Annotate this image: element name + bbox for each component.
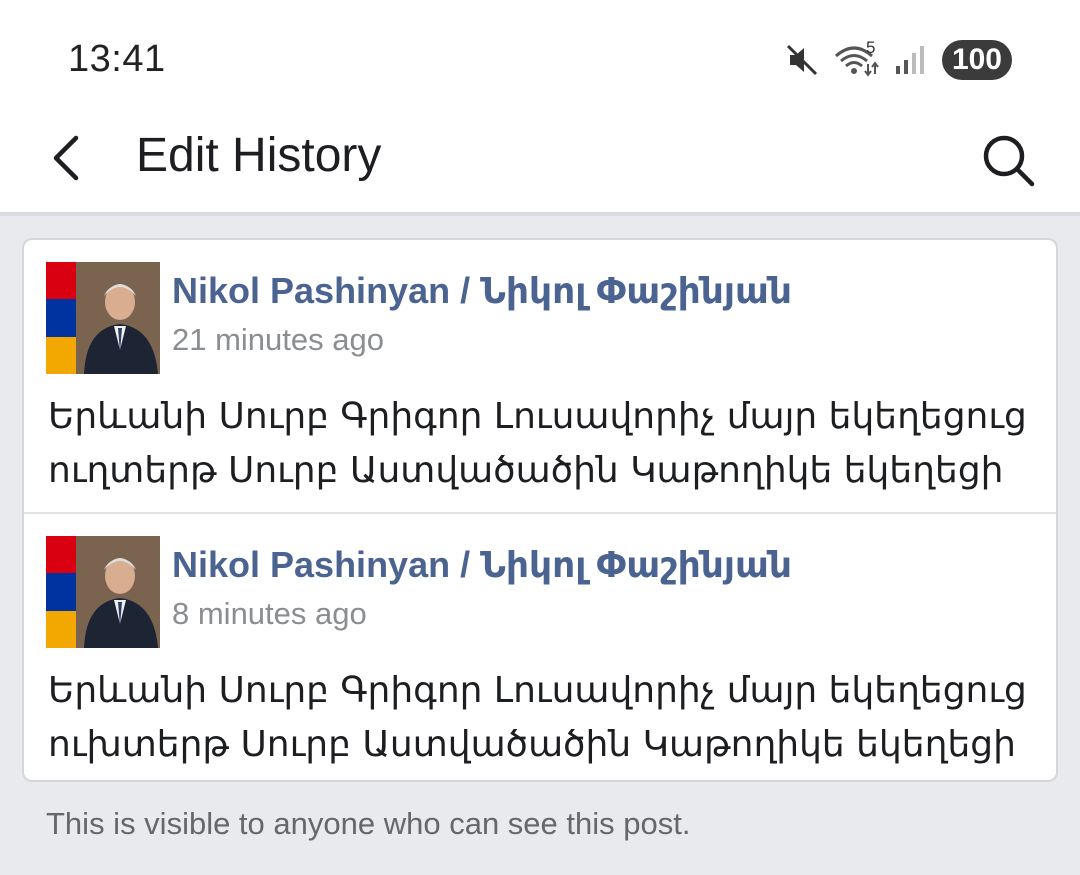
timestamp: 21 minutes ago bbox=[172, 322, 384, 357]
history-entry[interactable]: Nikol Pashinyan / Նիկոլ Փաշինյան 8 minut… bbox=[24, 512, 1056, 782]
edit-history-card: Nikol Pashinyan / Նիկոլ Փաշինյան 21 minu… bbox=[22, 238, 1058, 782]
avatar[interactable] bbox=[46, 262, 160, 374]
status-time: 13:41 bbox=[68, 38, 166, 80]
status-icons: 5 100 bbox=[784, 38, 1012, 80]
post-text: Երևանի Սուրբ Գրիգոր Լուսավորիչ մայր եկեղ… bbox=[48, 670, 1027, 765]
header-divider bbox=[0, 212, 1080, 216]
page-title: Edit History bbox=[136, 129, 382, 182]
wifi-icon: 5 bbox=[834, 38, 880, 78]
status-bar: 13:41 5 100 bbox=[0, 0, 1080, 120]
mute-icon bbox=[786, 44, 817, 76]
author-name[interactable]: Nikol Pashinyan / Նիկոլ Փաշինյան bbox=[172, 544, 792, 586]
timestamp: 8 minutes ago bbox=[172, 596, 367, 631]
search-icon[interactable] bbox=[978, 130, 1040, 192]
author-name[interactable]: Nikol Pashinyan / Նիկոլ Փաշինյան bbox=[172, 270, 792, 312]
signal-icon bbox=[895, 46, 924, 74]
app-bar: Edit History bbox=[0, 120, 1080, 214]
header-area: 13:41 5 100 Edit History bbox=[0, 0, 1080, 214]
battery-indicator: 100 bbox=[941, 40, 1012, 80]
visibility-note: This is visible to anyone who can see th… bbox=[46, 806, 691, 841]
avatar[interactable] bbox=[46, 536, 160, 648]
chevron-left-icon[interactable] bbox=[40, 130, 96, 186]
post-text: Երևանի Սուրբ Գրիգոր Լուսավորիչ մայր եկեղ… bbox=[48, 396, 1027, 491]
wifi-label: 5 bbox=[865, 38, 876, 57]
history-entry[interactable]: Nikol Pashinyan / Նիկոլ Փաշինյան 21 minu… bbox=[24, 240, 1056, 510]
